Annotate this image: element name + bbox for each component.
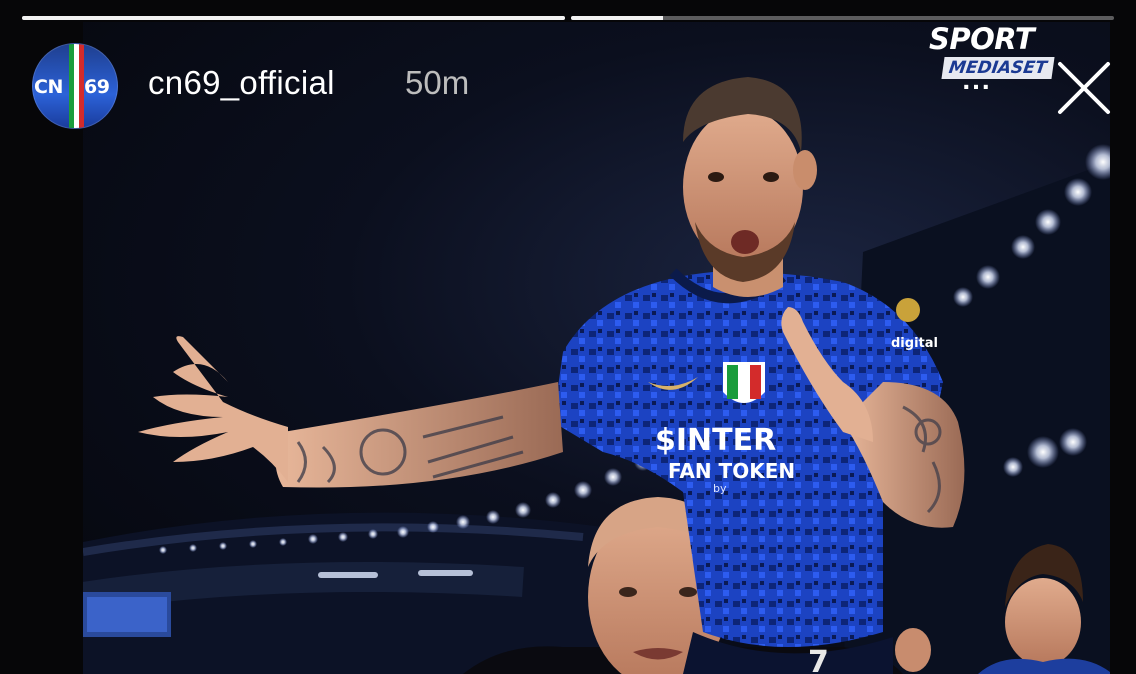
more-options-button[interactable]: ... <box>952 60 1002 100</box>
story-progress-fill <box>571 16 664 20</box>
avatar-text-right: 69 <box>84 76 110 98</box>
avatar[interactable]: CN 69 <box>32 43 118 129</box>
jersey-number: 7 <box>808 645 829 674</box>
jersey-sponsor-line1: $INTER <box>655 423 776 458</box>
username[interactable]: cn69_official <box>148 64 335 102</box>
story-progress <box>22 16 1114 21</box>
jersey-sponsor-line3: by <box>713 482 727 495</box>
jersey-sponsor-line2: FAN TOKEN <box>668 459 795 483</box>
story-progress-segment <box>22 16 565 20</box>
timestamp: 50m <box>405 64 470 101</box>
avatar-text-left: CN <box>34 76 63 98</box>
sleeve-sponsor: digital <box>891 336 938 351</box>
close-button[interactable] <box>1054 58 1114 118</box>
close-icon <box>1058 62 1110 114</box>
celebration-photo: 7 $INTER FAN TOKEN by digital <box>83 77 1110 674</box>
story-photo[interactable]: 7 $INTER FAN TOKEN by digital <box>83 22 1110 674</box>
scudetto-badge <box>723 362 765 403</box>
story-progress-fill <box>22 16 565 20</box>
broadcaster-logo-top: SPORT <box>929 22 1035 56</box>
story-viewer: 7 $INTER FAN TOKEN by digital SPORT MEDI… <box>0 0 1136 674</box>
story-progress-segment <box>571 16 1114 20</box>
